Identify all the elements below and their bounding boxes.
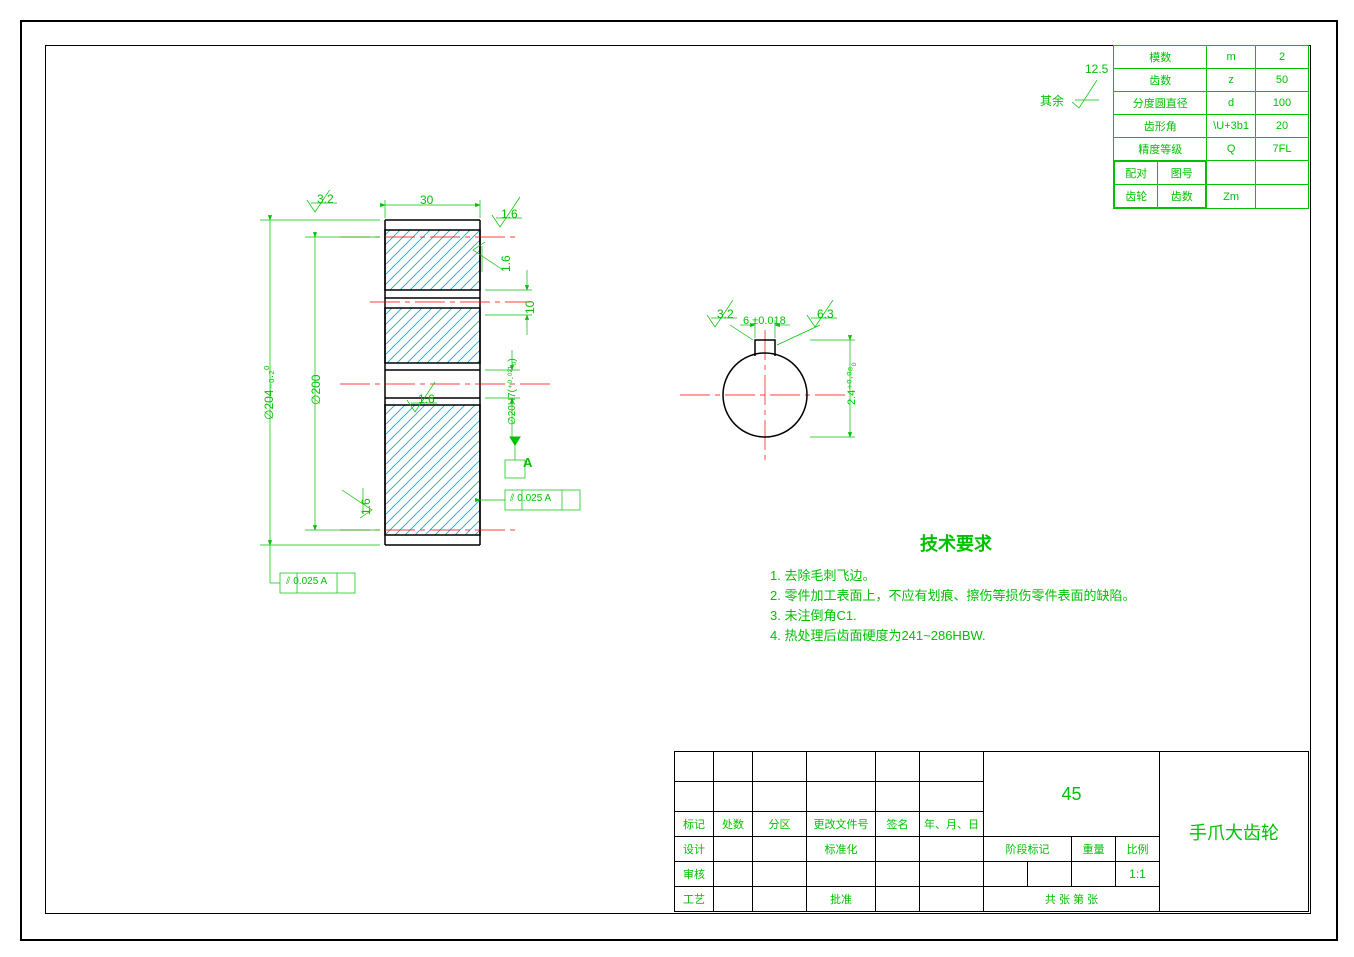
end-view [680,300,900,470]
dim-bore: ∅20H7(⁺⁰·⁰²¹₀) [507,358,518,425]
table-row: 模数m2 [1114,46,1309,69]
tech-item-4: 4. 热处理后齿面硬度为241~286HBW. [770,625,986,644]
material-cell: 45 [984,752,1160,837]
dim-key-depth: 2.4⁺⁰·⁰⁸₀ [845,362,858,405]
dim-dia-pitch: ∅200 [309,375,323,405]
general-surface-value: 12.5 [1085,62,1108,76]
gear-param-table: 模数m2 齿数z50 分度圆直径d100 齿形角\U+3b120 精度等级Q7F… [1113,45,1309,209]
dim-key-width: 6 ±0.018 [743,315,786,327]
sf-key-r-val: 6.3 [817,307,834,321]
table-row: 分度圆直径d100 [1114,92,1309,115]
sf-key-l-val: 3.2 [717,307,734,321]
gdnt-right-text: ⫽ 0.025 A [510,493,551,504]
drawing-sheet: 模数m2 齿数z50 分度圆直径d100 齿形角\U+3b120 精度等级Q7F… [0,0,1354,957]
tech-item-1: 1. 去除毛刺飞边。 [770,565,875,584]
sf-bl-val: 1.6 [359,498,373,515]
datum-label: A [523,455,532,470]
sf-tl-val: 3.2 [317,192,334,206]
tech-req-title: 技术要求 [920,530,992,556]
table-row: 配对图号齿轮齿数 [1114,161,1309,185]
part-name-cell: 手爪大齿轮 [1160,752,1309,912]
gdnt-bottom-text: ⫽ 0.025 A [286,576,327,587]
table-row: 齿数z50 [1114,69,1309,92]
tech-item-2: 2. 零件加工表面上，不应有划痕、擦伤等损伤零件表面的缺陷。 [770,585,1135,604]
table-row: 精度等级Q7FL [1114,138,1309,161]
sf-side-val: 1.6 [499,255,513,272]
dim-dia-outer: ∅204₋₀.₂⁰ [262,365,276,420]
sf-inner-val: 1.6 [418,392,435,406]
dim-width: 30 [420,193,433,207]
table-row: 齿形角\U+3b120 [1114,115,1309,138]
general-surface-label: 其余 [1040,75,1117,109]
tech-item-3: 3. 未注倒角C1. [770,605,857,624]
dim-step: 10 [523,301,537,314]
title-block: 45 手爪大齿轮 标记 处数 分区 更改文件号 签名 年、月、日 设计 标准化 … [674,751,1309,912]
datum-a [505,437,525,478]
sf-tr-val: 1.6 [501,207,518,221]
